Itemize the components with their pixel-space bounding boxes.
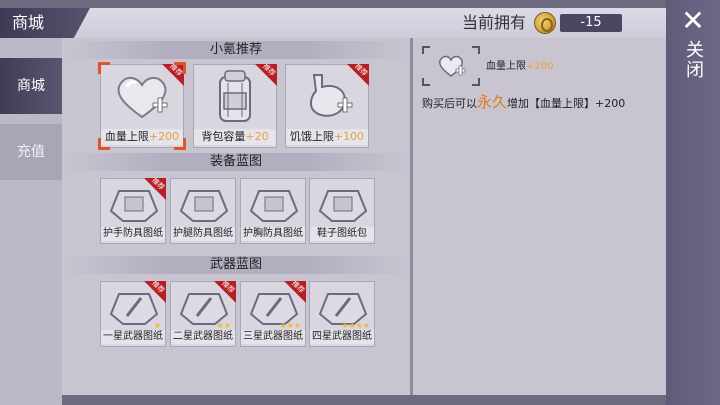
close-label[interactable]: 关闭 <box>682 40 704 80</box>
item-name: 护胸防具图纸 <box>241 227 305 241</box>
shop-item-shoe-blueprint[interactable]: 鞋子图纸包 <box>309 178 375 244</box>
stomach-plus-icon <box>292 69 362 129</box>
tab-recharge[interactable]: 充值 <box>0 124 62 180</box>
item-bonus: +20 <box>245 130 269 143</box>
item-name: 饥饿上限 <box>289 130 334 143</box>
item-detail-panel <box>413 38 666 395</box>
shop-item-max-hp[interactable]: 推荐 血量上限+200 <box>100 64 184 148</box>
currency-amount: -15 <box>580 15 602 30</box>
item-name: 护手防具图纸 <box>101 227 165 241</box>
shop-item-chest-blueprint[interactable]: 护胸防具图纸 <box>240 178 306 244</box>
section-title-recommend: 小氪推荐 <box>62 41 410 59</box>
shop-item-weapon-2star[interactable]: 推荐 ★★ 二星武器图纸 <box>170 281 236 347</box>
star-rating: ★★ <box>216 321 231 330</box>
shop-item-weapon-3star[interactable]: 推荐 ★★★ 三星武器图纸 <box>240 281 306 347</box>
blueprint-bundle-icon <box>107 183 159 225</box>
heart-plus-icon <box>439 55 466 77</box>
detail-item-name: 血量上限+200 <box>486 61 554 72</box>
weapon-blueprint-icon <box>107 286 159 328</box>
blueprint-bundle-icon <box>316 183 368 225</box>
section-title-weapons: 武器蓝图 <box>62 256 410 274</box>
heart-plus-icon <box>107 69 177 129</box>
owned-label: 当前拥有 <box>462 13 527 32</box>
star-rating: ★ <box>153 321 161 330</box>
item-name: 三星武器图纸 <box>241 330 305 344</box>
item-name: 血量上限 <box>104 130 149 143</box>
item-name: 一星武器图纸 <box>101 330 165 344</box>
detail-icon-frame <box>422 46 480 86</box>
star-rating: ★★★★ <box>341 321 370 330</box>
tab-shop[interactable]: 商城 <box>0 58 62 114</box>
backpack-icon <box>200 69 270 129</box>
item-name: 鞋子图纸包 <box>310 227 374 241</box>
shop-item-weapon-1star[interactable]: 推荐 ★ 一星武器图纸 <box>100 281 166 347</box>
blueprint-bundle-icon <box>247 183 299 225</box>
item-name: 四星武器图纸 <box>310 330 374 344</box>
shop-item-weapon-4star[interactable]: ★★★★ 四星武器图纸 <box>309 281 375 347</box>
item-bonus: +100 <box>333 130 365 143</box>
detail-description: 购买后可以永久增加【血量上限】+200 <box>422 93 626 111</box>
item-name: 背包容量 <box>201 130 246 143</box>
item-name: 二星武器图纸 <box>171 330 235 344</box>
shop-item-backpack[interactable]: 推荐 背包容量+20 <box>193 64 277 148</box>
star-rating: ★★★ <box>279 321 301 330</box>
page-title: 商城 <box>12 13 45 32</box>
shop-item-leg-blueprint[interactable]: 护腿防具图纸 <box>170 178 236 244</box>
section-title-equipment: 装备蓝图 <box>62 153 410 171</box>
blueprint-bundle-icon <box>177 183 229 225</box>
close-icon[interactable]: ✕ <box>680 7 706 35</box>
gold-coin-icon <box>534 12 556 34</box>
shop-item-glove-blueprint[interactable]: 推荐 护手防具图纸 <box>100 178 166 244</box>
item-name: 护腿防具图纸 <box>171 227 235 241</box>
shop-item-max-hunger[interactable]: 推荐 饥饿上限+100 <box>285 64 369 148</box>
item-bonus: +200 <box>148 130 180 143</box>
